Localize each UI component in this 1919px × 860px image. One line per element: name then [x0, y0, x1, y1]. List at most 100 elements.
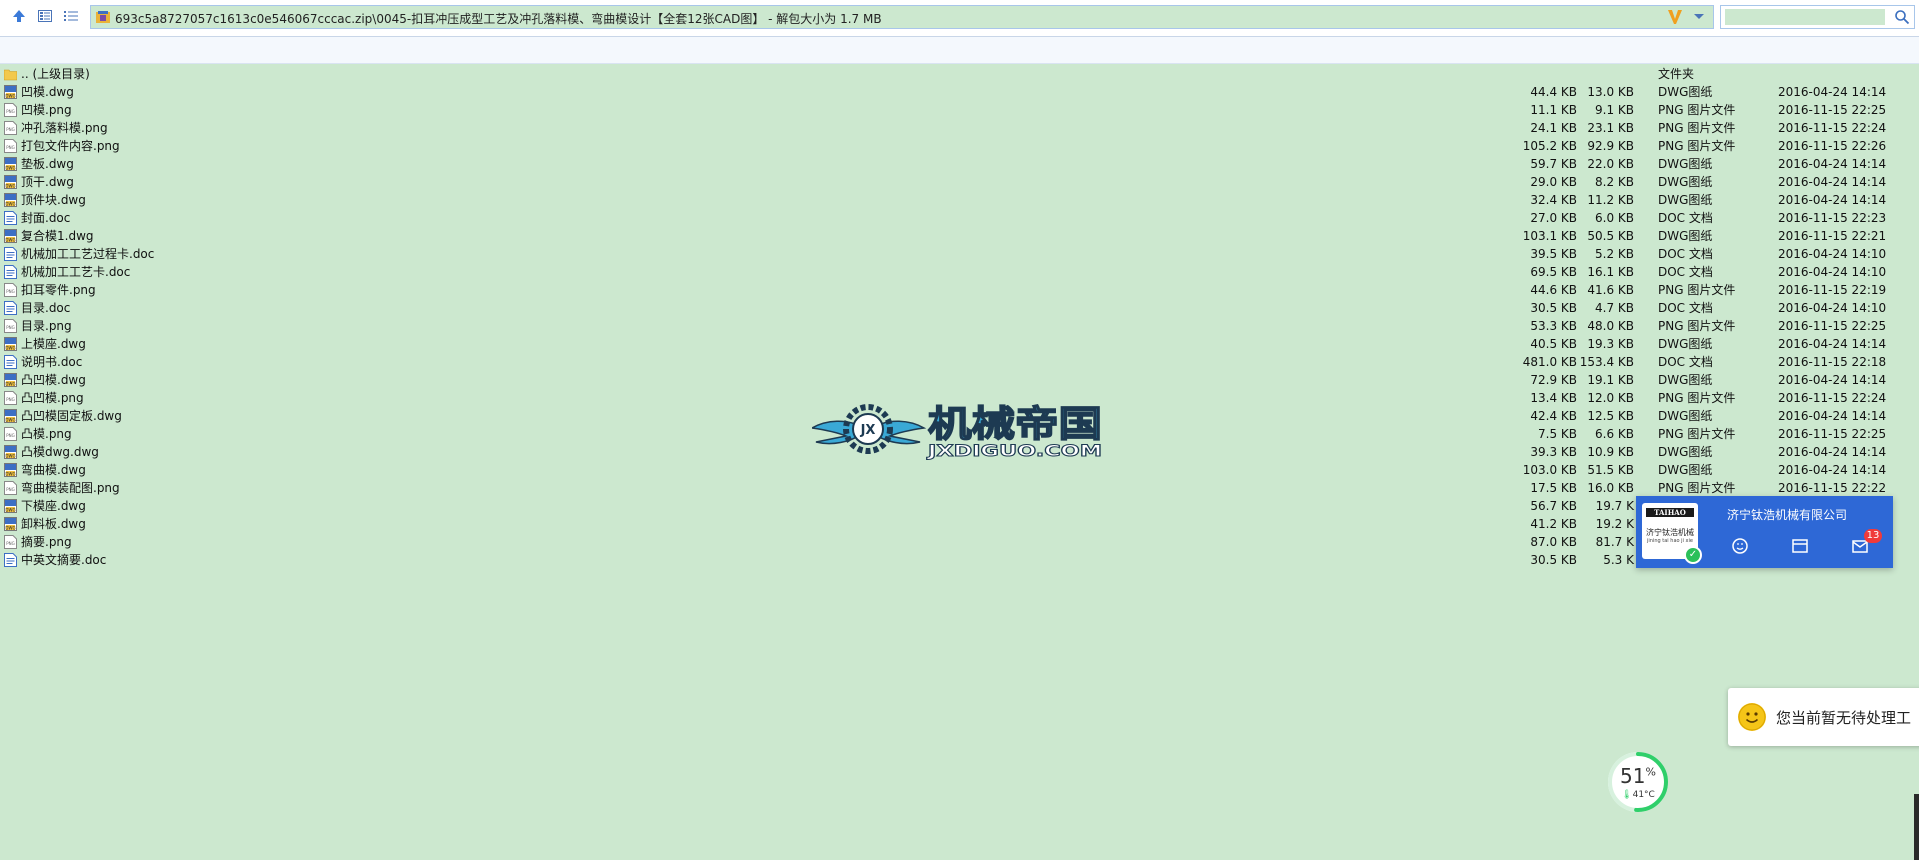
file-size: 39.3 KB [1530, 445, 1577, 459]
file-packed-size: 23.1 KB [1587, 121, 1634, 135]
file-row[interactable]: DWG 顶件块.dwg 32.4 KB 11.2 KB DWG图纸 2016-04-24 … [0, 191, 1919, 209]
search-input[interactable] [1725, 9, 1885, 25]
file-name: 顶干.dwg [21, 175, 74, 189]
file-packed-size: 19.2 K [1595, 517, 1634, 531]
notification-toast[interactable]: 您当前暂无待处理工 [1728, 688, 1919, 746]
dwg-file-icon: DWG [4, 157, 17, 171]
file-size: 53.3 KB [1530, 319, 1577, 333]
file-row[interactable]: PNG 扣耳零件.png 44.6 KB 41.6 KB PNG 图片文件 2016-11… [0, 281, 1919, 299]
file-type: DWG图纸 [1658, 175, 1713, 189]
file-size: 29.0 KB [1530, 175, 1577, 189]
file-packed-size: 48.0 KB [1587, 319, 1634, 333]
png-file-icon: PNG [4, 283, 17, 297]
file-packed-size: 19.1 KB [1587, 373, 1634, 387]
file-name: 打包文件内容.png [21, 139, 120, 153]
file-row[interactable]: 目录.doc 30.5 KB 4.7 KB DOC 文档 2016-04-24 14:1… [0, 299, 1919, 317]
file-date: 2016-11-15 22:22 [1778, 481, 1887, 495]
file-packed-size: 10.9 KB [1587, 445, 1634, 459]
dwg-file-icon: DWG [4, 337, 17, 351]
file-row[interactable]: DWG 卸料板.dwg 41.2 KB 19.2 K [0, 515, 1919, 533]
file-size: 40.5 KB [1530, 337, 1577, 351]
file-row[interactable]: DWG 弯曲模.dwg 103.0 KB 51.5 KB DWG图纸 2016-04-24… [0, 461, 1919, 479]
file-name: 机械加工工艺卡.doc [21, 265, 131, 279]
thermometer-icon: 🌡 [1621, 790, 1633, 800]
svg-text:DWG: DWG [5, 346, 15, 351]
notification-badge: 13 [1864, 529, 1882, 543]
doc-file-icon [4, 355, 17, 369]
chevron-down-icon[interactable] [1691, 8, 1707, 26]
svg-text:PNG: PNG [6, 127, 15, 132]
svg-text:PNG: PNG [6, 325, 15, 330]
file-date: 2016-04-24 14:10 [1778, 265, 1887, 279]
file-type: DWG图纸 [1658, 409, 1713, 423]
file-date: 2016-04-24 14:10 [1778, 301, 1887, 315]
file-row[interactable]: 中英文摘要.doc 30.5 KB 5.3 K [0, 551, 1919, 569]
file-size: 44.4 KB [1530, 85, 1577, 99]
cpu-monitor-widget[interactable]: 51% 🌡41°C [1606, 750, 1670, 814]
file-row[interactable]: DWG 下模座.dwg 56.7 KB 19.7 K [0, 497, 1919, 515]
dwg-file-icon: DWG [4, 85, 17, 99]
file-row[interactable]: DWG 顶干.dwg 29.0 KB 8.2 KB DWG图纸 2016-04-24 14… [0, 173, 1919, 191]
svg-text:DWG: DWG [5, 94, 15, 99]
file-row[interactable]: PNG 目录.png 53.3 KB 48.0 KB PNG 图片文件 2016-11-1… [0, 317, 1919, 335]
up-arrow-icon[interactable] [8, 5, 30, 27]
archive-icon [96, 11, 110, 23]
file-row[interactable]: DWG 垫板.dwg 59.7 KB 22.0 KB DWG图纸 2016-04-24 1… [0, 155, 1919, 173]
file-name: 弯曲模装配图.png [21, 481, 120, 495]
file-row[interactable]: DWG 凹模.dwg 44.4 KB 13.0 KB DWG图纸 2016-04-24 1… [0, 83, 1919, 101]
file-name: 下模座.dwg [21, 499, 86, 513]
file-row[interactable]: DWG 凸凹模.dwg 72.9 KB 19.1 KB DWG图纸 2016-04-24 … [0, 371, 1919, 389]
company-popup[interactable]: TAIHAO 济宁钛浩机械 jining tai hao ji xie ✓ 济宁… [1636, 496, 1893, 568]
png-file-icon: PNG [4, 319, 17, 333]
file-row[interactable]: 机械加工工艺卡.doc 69.5 KB 16.1 KB DOC 文档 2016-04-2… [0, 263, 1919, 281]
file-name: 垫板.dwg [21, 157, 74, 171]
company-name[interactable]: 济宁钛浩机械有限公司 [1727, 506, 1847, 523]
file-size: 87.0 KB [1530, 535, 1577, 549]
smile-icon[interactable] [1730, 536, 1750, 556]
list-view-icon[interactable] [60, 5, 82, 27]
file-row[interactable]: PNG 冲孔落料模.png 24.1 KB 23.1 KB PNG 图片文件 2016-1… [0, 119, 1919, 137]
file-row[interactable]: PNG 打包文件内容.png 105.2 KB 92.9 KB PNG 图片文件 2016… [0, 137, 1919, 155]
window-icon[interactable] [1790, 536, 1810, 556]
file-name: 封面.doc [21, 211, 71, 225]
dwg-file-icon: DWG [4, 229, 17, 243]
file-date: 2016-04-24 14:14 [1778, 157, 1887, 171]
file-name: .. (上级目录) [21, 67, 90, 81]
file-row[interactable]: 封面.doc 27.0 KB 6.0 KB DOC 文档 2016-11-15 22:2… [0, 209, 1919, 227]
search-box[interactable] [1720, 5, 1915, 29]
file-row[interactable]: DWG 复合模1.dwg 103.1 KB 50.5 KB DWG图纸 2016-11-1… [0, 227, 1919, 245]
svg-text:DWG: DWG [5, 166, 15, 171]
details-view-icon[interactable] [34, 5, 56, 27]
file-row[interactable]: 说明书.doc 481.0 KB 153.4 KB DOC 文档 2016-11-15 … [0, 353, 1919, 371]
file-date: 2016-04-24 14:14 [1778, 193, 1887, 207]
winged-gear-icon: JX 机械帝国 JXDIGUO.COM [809, 403, 1103, 461]
file-row[interactable]: .. (上级目录) 文件夹 [0, 65, 1919, 83]
file-packed-size: 51.5 KB [1587, 463, 1634, 477]
file-type: DWG图纸 [1658, 157, 1713, 171]
file-type: 文件夹 [1658, 67, 1695, 81]
search-icon[interactable] [1894, 9, 1910, 25]
file-size: 24.1 KB [1530, 121, 1577, 135]
svg-text:PNG: PNG [6, 109, 15, 114]
file-size: 27.0 KB [1530, 211, 1577, 225]
dwg-file-icon: DWG [4, 517, 17, 531]
doc-file-icon [4, 211, 17, 225]
file-type: DWG图纸 [1658, 373, 1713, 387]
file-packed-size: 16.0 KB [1587, 481, 1634, 495]
svg-text:DWG: DWG [5, 472, 15, 477]
file-row[interactable]: PNG 摘要.png 87.0 KB 81.7 K [0, 533, 1919, 551]
file-name: 冲孔落料模.png [21, 121, 108, 135]
file-type: DWG图纸 [1658, 463, 1713, 477]
watermark-badge: JX [860, 423, 876, 438]
v-logo-icon[interactable] [1667, 8, 1683, 26]
file-row[interactable]: DWG 上模座.dwg 40.5 KB 19.3 KB DWG图纸 2016-04-24 … [0, 335, 1919, 353]
file-row[interactable]: PNG 弯曲模装配图.png 17.5 KB 16.0 KB PNG 图片文件 2016-… [0, 479, 1919, 497]
file-type: DWG图纸 [1658, 193, 1713, 207]
file-name: 说明书.doc [21, 355, 83, 369]
file-row[interactable]: 机械加工工艺过程卡.doc 39.5 KB 5.2 KB DOC 文档 2016-04-… [0, 245, 1919, 263]
cpu-usage-value: 51% [1620, 764, 1656, 788]
file-size: 72.9 KB [1530, 373, 1577, 387]
address-bar[interactable]: 693c5a8727057c1613c0e546067cccac.zip\004… [90, 5, 1714, 29]
file-row[interactable]: PNG 凹模.png 11.1 KB 9.1 KB PNG 图片文件 2016-11-15… [0, 101, 1919, 119]
svg-text:DWG: DWG [5, 418, 15, 423]
